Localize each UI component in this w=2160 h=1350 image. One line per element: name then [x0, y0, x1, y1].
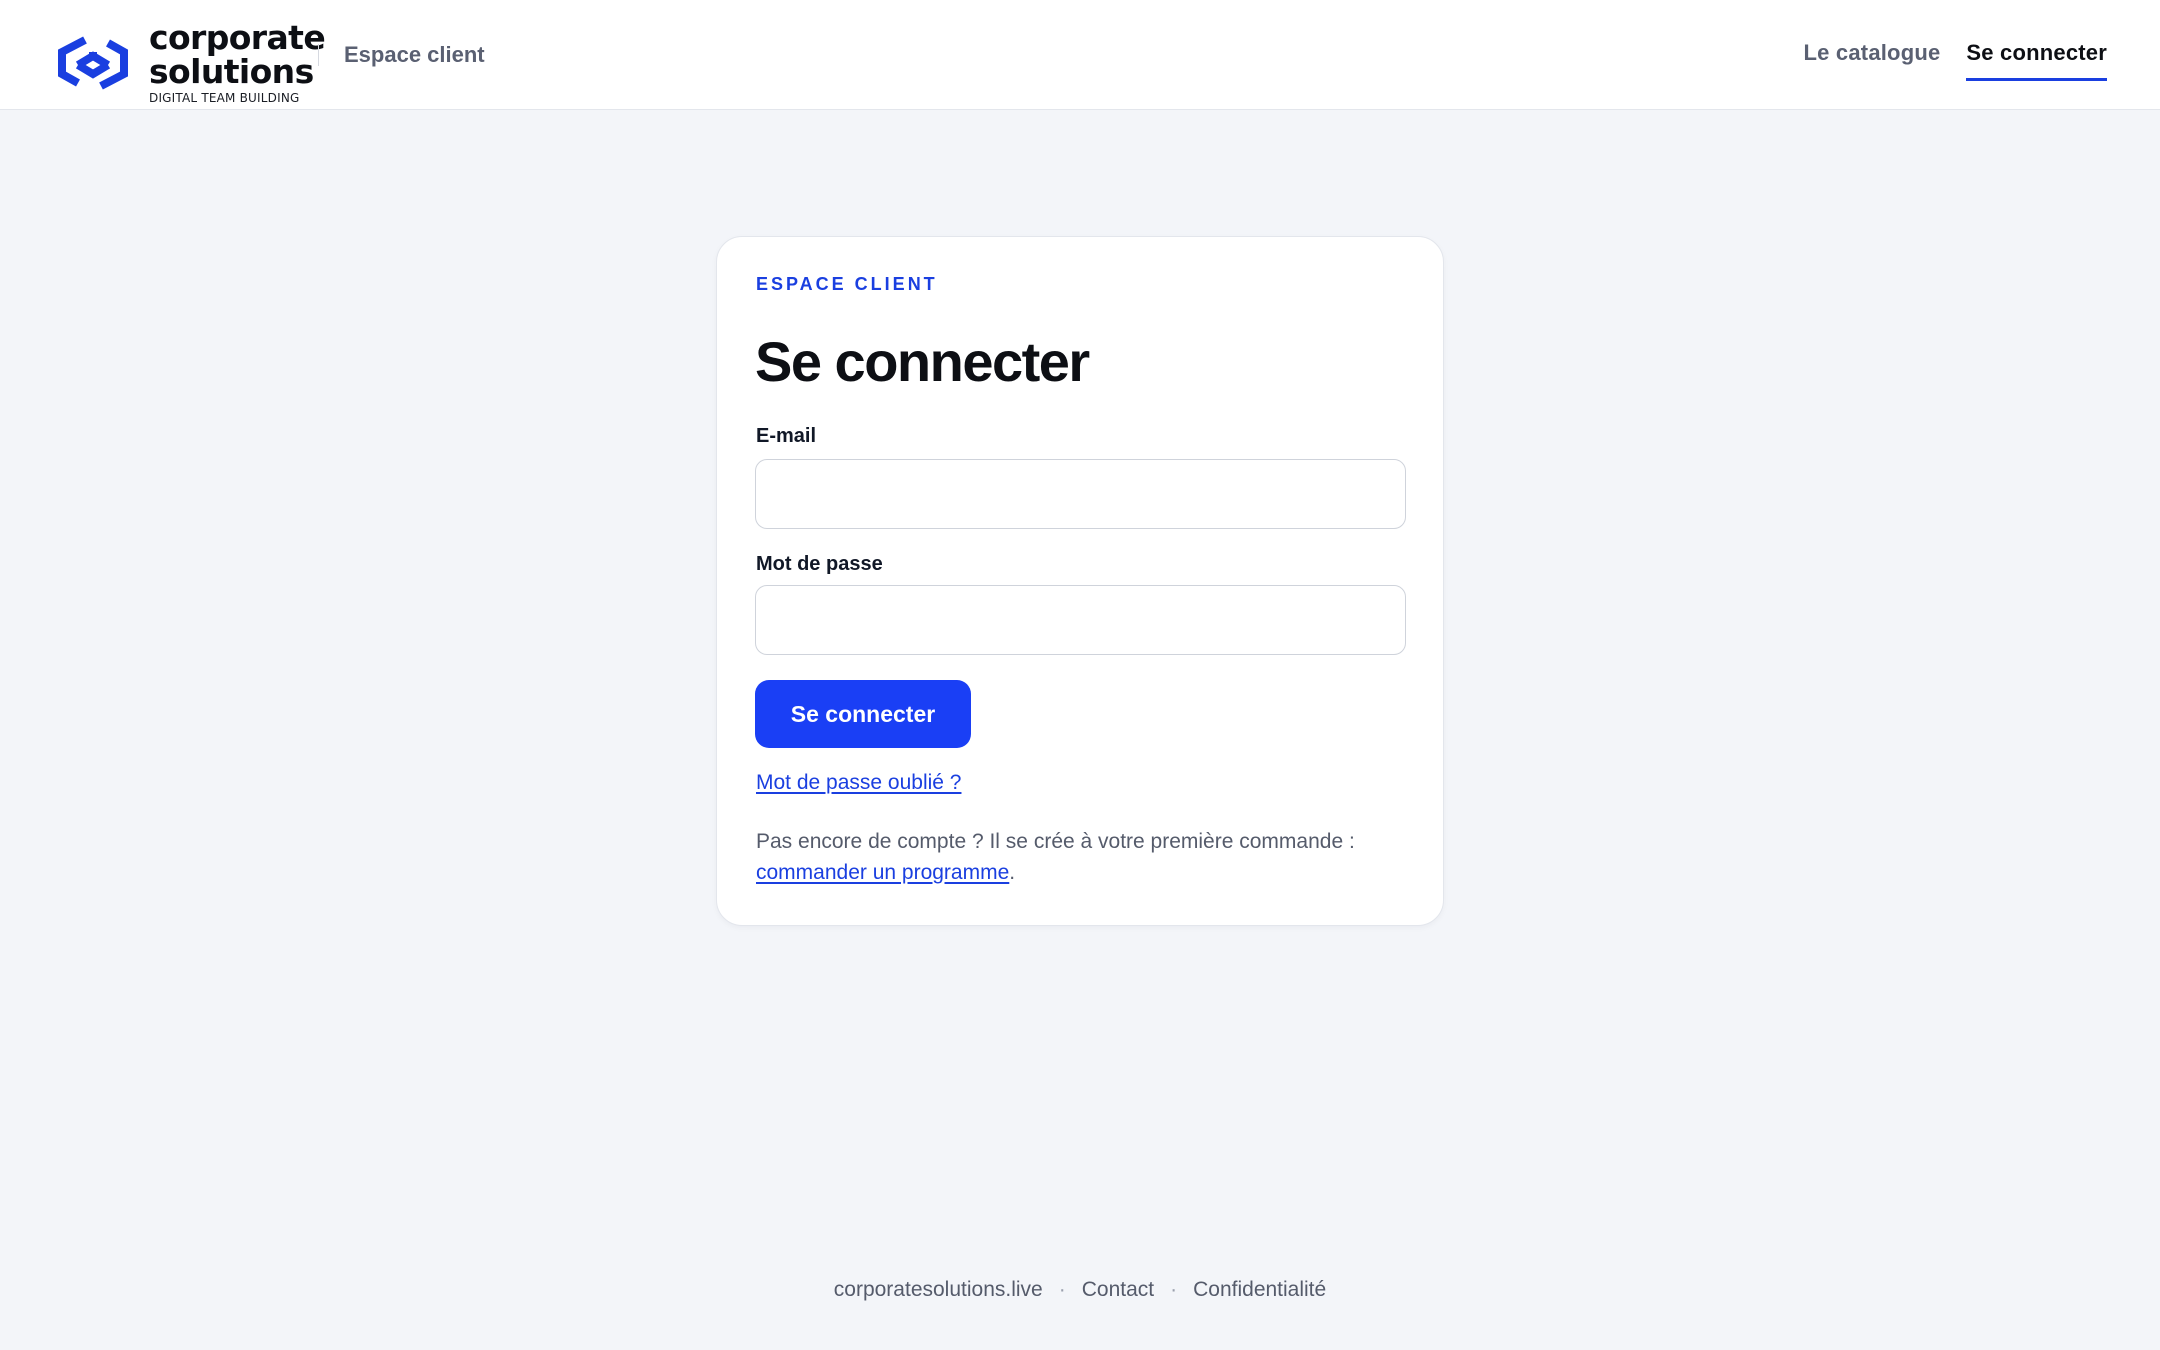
- signup-suffix: .: [1009, 861, 1016, 884]
- login-button[interactable]: Se connecter: [755, 680, 971, 748]
- page-title: Se connecter: [755, 330, 1090, 393]
- top-header: corporate solutions DIGITAL TEAM BUILDIN…: [0, 0, 2160, 110]
- order-program-link[interactable]: commander un programme: [756, 861, 1009, 884]
- email-field[interactable]: [755, 459, 1406, 529]
- signup-hint: Pas encore de compte ? Il se crée à votr…: [756, 826, 1416, 888]
- logo-word-corporate: corporate: [149, 18, 326, 57]
- nav-link-login[interactable]: Se connecter: [1966, 40, 2107, 81]
- logo-word-solutions: solutions: [149, 52, 314, 91]
- footer-separator: ·: [1170, 1278, 1178, 1301]
- password-field[interactable]: [755, 585, 1406, 655]
- footer-link-privacy[interactable]: Confidentialité: [1193, 1278, 1326, 1302]
- email-label: E-mail: [756, 425, 817, 447]
- forgot-password-link[interactable]: Mot de passe oublié ?: [756, 771, 961, 795]
- header-divider: [318, 44, 319, 66]
- header-section-title: Espace client: [344, 42, 485, 67]
- footer-separator: ·: [1058, 1278, 1066, 1301]
- brand-logo[interactable]: corporate solutions DIGITAL TEAM BUILDIN…: [52, 18, 326, 105]
- login-card: ESPACE CLIENT Se connecter E-mail Mot de…: [716, 236, 1444, 926]
- footer-link-site[interactable]: corporatesolutions.live: [834, 1278, 1043, 1302]
- nav-link-catalogue[interactable]: Le catalogue: [1804, 40, 1941, 81]
- hexagon-logo-icon: [58, 35, 128, 90]
- footer-link-contact[interactable]: Contact: [1082, 1278, 1154, 1302]
- password-label: Mot de passe: [756, 553, 883, 575]
- logo-tagline: DIGITAL TEAM BUILDING: [149, 91, 300, 105]
- main-nav: Le catalogue Se connecter: [1804, 40, 2107, 81]
- page-footer: corporatesolutions.live · Contact · Conf…: [0, 1278, 2160, 1302]
- card-eyebrow: ESPACE CLIENT: [756, 274, 938, 294]
- logo-text: corporate solutions DIGITAL TEAM BUILDIN…: [149, 18, 326, 105]
- signup-hint-text: Pas encore de compte ? Il se crée à votr…: [756, 830, 1355, 853]
